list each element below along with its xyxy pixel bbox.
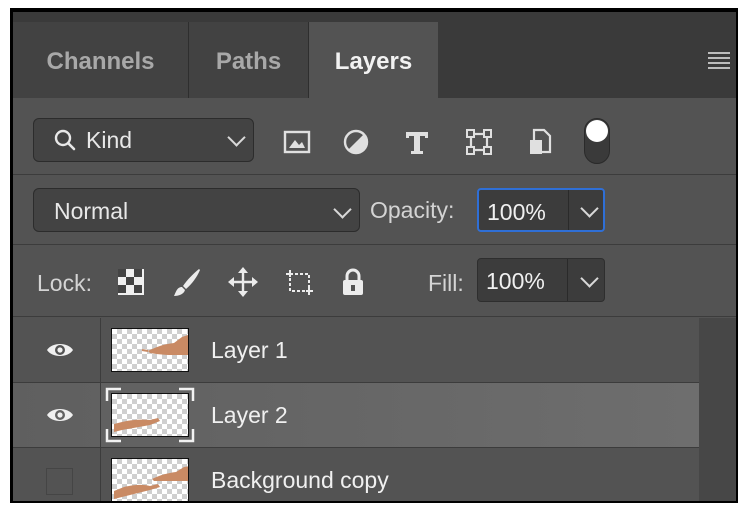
shape-filter-icon[interactable] (465, 128, 493, 156)
divider (13, 174, 736, 175)
lock-position-icon[interactable] (227, 266, 259, 298)
fill-field[interactable]: 100% (477, 258, 605, 302)
tab-paths[interactable]: Paths (189, 22, 309, 98)
tab-channels[interactable]: Channels (13, 22, 189, 98)
fill-separator (567, 259, 568, 301)
hand-thumbnail-icon (114, 466, 188, 499)
selection-brackets-icon (105, 387, 195, 443)
opacity-field[interactable]: 100% (477, 188, 605, 232)
filter-toggle-switch[interactable] (584, 118, 610, 164)
layer-thumbnail (111, 328, 189, 372)
visibility-toggle[interactable] (13, 383, 101, 447)
layer-thumbnail (111, 458, 189, 501)
search-icon (54, 129, 76, 151)
image-filter-icon[interactable] (283, 128, 311, 156)
divider (13, 244, 736, 245)
tab-layers[interactable]: Layers (309, 22, 438, 98)
lock-label: Lock: (37, 270, 92, 296)
eye-icon (47, 409, 73, 421)
panel-menu-icon[interactable] (708, 52, 730, 72)
opacity-separator (568, 190, 569, 230)
filter-kind-select[interactable]: Kind (33, 118, 254, 162)
chevron-down-icon[interactable] (580, 199, 599, 218)
layer-name[interactable]: Layer 2 (211, 402, 288, 429)
blend-mode-select[interactable]: Normal (33, 188, 360, 232)
layer-row-background-copy[interactable]: Background copy (13, 448, 699, 501)
eye-icon (47, 344, 73, 356)
lock-artboard-icon[interactable] (283, 266, 315, 298)
type-filter-icon[interactable] (403, 128, 431, 156)
lock-transparent-pixels-icon[interactable] (115, 266, 147, 298)
lock-all-icon[interactable] (337, 266, 369, 298)
opacity-label: Opacity: (370, 197, 455, 223)
chevron-down-icon (333, 200, 352, 219)
smart-object-filter-icon[interactable] (526, 128, 554, 156)
lock-image-pixels-icon[interactable] (171, 266, 203, 298)
layer-row-layer-1[interactable]: Layer 1 (13, 318, 699, 382)
blend-mode-value: Normal (54, 198, 129, 224)
filter-kind-label: Kind (86, 127, 133, 153)
layers-panel-frame: Channels Paths Layers Kind Normal Opacit… (10, 8, 738, 503)
opacity-value: 100% (487, 199, 546, 225)
adjustment-filter-icon[interactable] (342, 128, 370, 156)
fill-value: 100% (486, 268, 545, 294)
fill-label: Fill: (428, 270, 464, 296)
hand-thumbnail-icon (141, 335, 188, 355)
layer-name[interactable]: Layer 1 (211, 337, 288, 364)
chevron-down-icon[interactable] (580, 269, 599, 288)
layers-scrollbar-track[interactable] (699, 318, 736, 501)
tab-bar: Channels Paths Layers (13, 12, 736, 98)
toggle-knob (586, 120, 608, 142)
visibility-empty-box (46, 468, 73, 495)
layer-row-layer-2[interactable]: Layer 2 (13, 383, 699, 447)
chevron-down-icon (227, 128, 246, 147)
layer-name[interactable]: Background copy (211, 467, 389, 494)
visibility-toggle[interactable] (13, 448, 101, 501)
layers-panel: Channels Paths Layers Kind Normal Opacit… (13, 12, 736, 501)
visibility-toggle[interactable] (13, 318, 101, 382)
divider (13, 316, 736, 317)
